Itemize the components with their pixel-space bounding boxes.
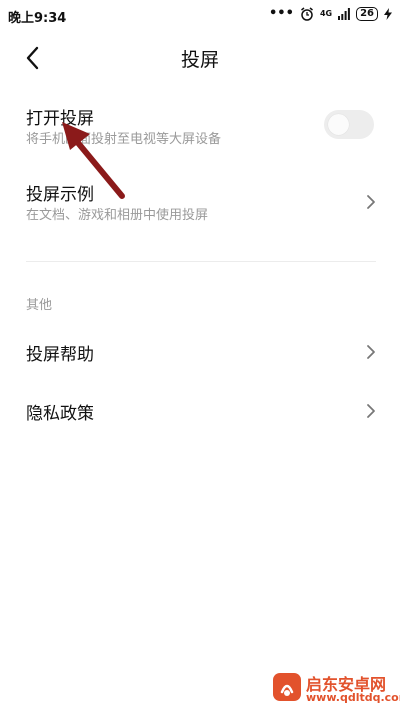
divider: [26, 261, 376, 262]
watermark: 启东安卓网 www.qdltdq.com: [268, 668, 400, 708]
privacy-policy-label: 隐私政策: [26, 404, 94, 424]
watermark-url: www.qdltdq.com: [306, 691, 400, 704]
header: 投屏: [0, 30, 400, 86]
signal-icon: [338, 7, 350, 20]
cast-help-row[interactable]: 投屏帮助: [0, 330, 400, 374]
battery-indicator: 26: [356, 6, 378, 21]
enable-cast-description: 将手机画面投射至电视等大屏设备: [26, 132, 222, 147]
cast-examples-row[interactable]: 投屏示例 在文档、游戏和相册中使用投屏: [0, 172, 400, 232]
chevron-right-icon: [367, 404, 375, 418]
status-icons: ••• 4G 26: [269, 6, 392, 21]
toggle-knob: [328, 114, 349, 135]
chevron-right-icon: [367, 345, 375, 359]
page-title: 投屏: [180, 49, 219, 71]
chevron-right-icon: [367, 195, 375, 209]
privacy-policy-row[interactable]: 隐私政策: [0, 389, 400, 433]
section-header-other: 其他: [26, 298, 53, 313]
network-type: 4G: [319, 9, 333, 18]
cast-examples-label: 投屏示例: [26, 185, 94, 205]
status-time: 晚上9:34: [8, 11, 67, 26]
cast-help-label: 投屏帮助: [26, 345, 94, 365]
watermark-logo-icon: [273, 673, 301, 701]
status-bar: 晚上9:34 ••• 4G 26: [0, 0, 400, 30]
alarm-icon: [300, 6, 313, 21]
enable-cast-toggle[interactable]: [324, 110, 374, 139]
charging-icon: [384, 7, 392, 20]
more-dots-icon: •••: [269, 6, 294, 21]
cast-examples-description: 在文档、游戏和相册中使用投屏: [26, 208, 209, 223]
enable-cast-label: 打开投屏: [26, 109, 94, 129]
